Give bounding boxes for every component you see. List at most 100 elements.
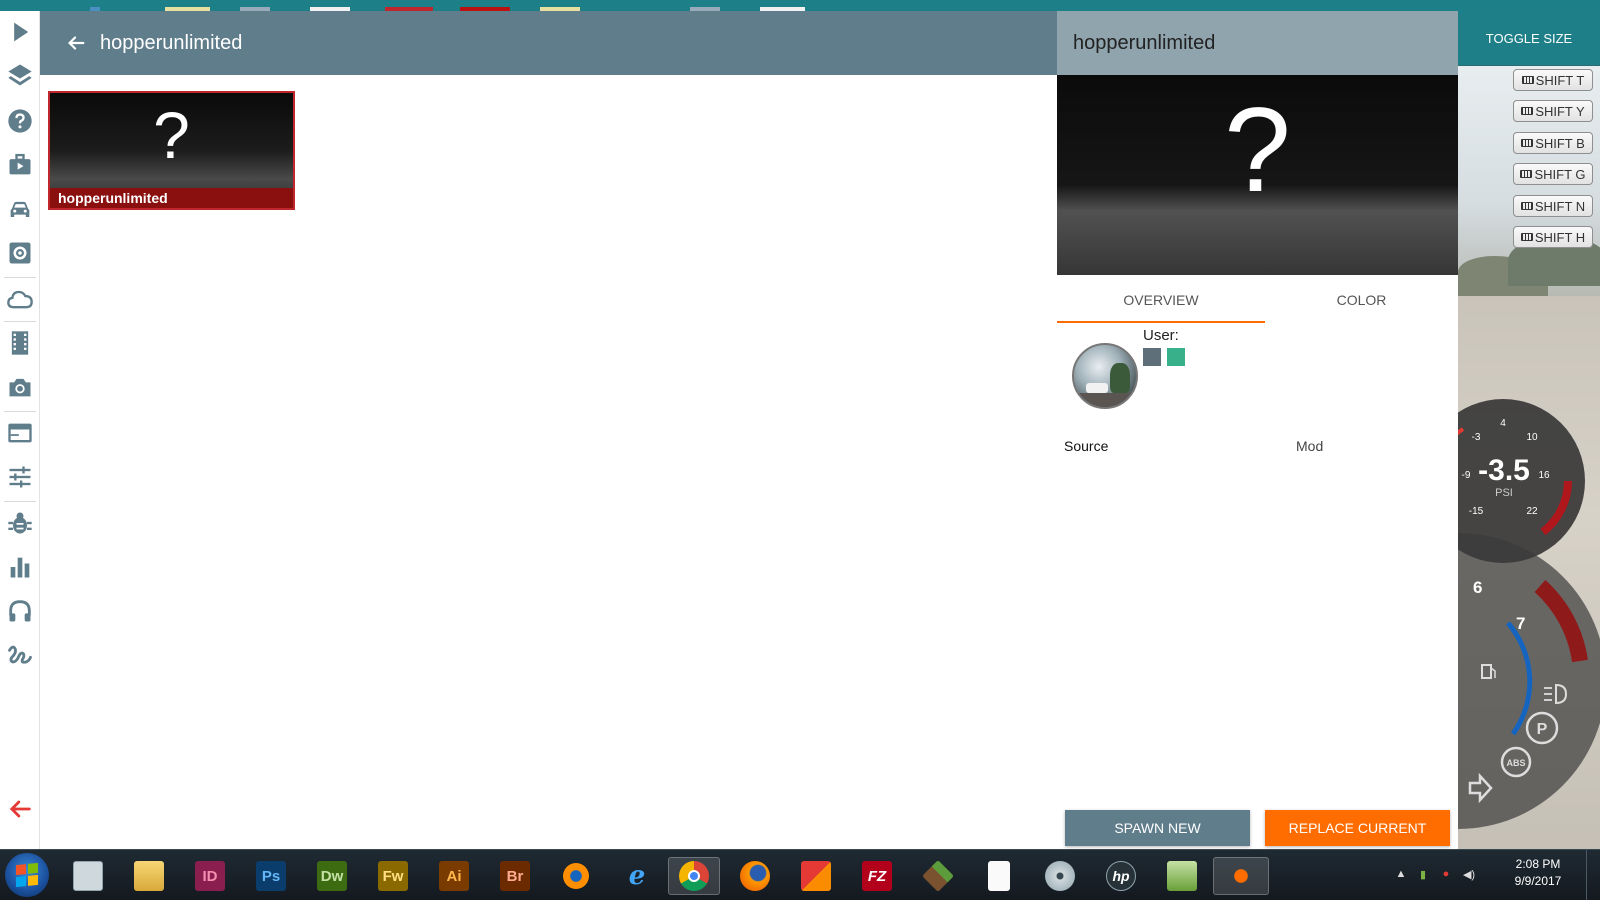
taskbar-app-illustrator[interactable]: Ai: [428, 857, 480, 895]
tray-expand-button[interactable]: ▲: [1392, 865, 1410, 883]
film-icon: [11, 331, 29, 355]
taskbar-app-hp[interactable]: hp: [1095, 857, 1147, 895]
back-button[interactable]: [54, 21, 98, 65]
toggle-size-button[interactable]: TOGGLE SIZE: [1458, 31, 1600, 46]
show-desktop-button[interactable]: [1586, 850, 1600, 900]
office-icon: [801, 861, 831, 891]
beamng-icon: [1226, 861, 1256, 891]
taskbar-app-chrome[interactable]: [668, 857, 720, 895]
tray-volume[interactable]: ◀): [1460, 865, 1478, 883]
sidebar-item-settings[interactable]: [4, 237, 36, 269]
sidebar-item-audio[interactable]: [4, 595, 36, 627]
taskbar-app-fireworks[interactable]: Fw: [367, 857, 419, 895]
squiggle-icon: [8, 645, 32, 664]
shortcut-button[interactable]: SHIFT B: [1513, 132, 1593, 154]
clock-time: 2:08 PM: [1515, 857, 1561, 871]
color-swatch: [1167, 348, 1185, 366]
taskbar-app-bridge[interactable]: Br: [489, 857, 541, 895]
chrome-icon: [679, 861, 709, 891]
shortcut-button[interactable]: SHIFT G: [1513, 163, 1593, 185]
sidebar-item-help[interactable]: [4, 105, 36, 137]
taskbar-app-indesign[interactable]: ID: [184, 857, 236, 895]
sidebar-item-ui-apps[interactable]: [4, 417, 36, 449]
blender-icon: [561, 861, 591, 891]
start-button[interactable]: [5, 853, 49, 897]
avatar: [1072, 343, 1138, 409]
taskbar-app-photoshop[interactable]: Ps: [245, 857, 297, 895]
taskbar-app-office[interactable]: [790, 857, 842, 895]
browser-window-icon: [8, 423, 32, 443]
taskbar-app-explorer[interactable]: [123, 857, 175, 895]
folder-icon: [134, 861, 164, 891]
detail-preview: ?: [1057, 75, 1458, 275]
layers-icon: [8, 64, 32, 86]
taskbar-app-filezilla[interactable]: FZ: [851, 857, 903, 895]
taskbar-app-firefox[interactable]: [729, 857, 781, 895]
sidebar-item-stats[interactable]: [4, 551, 36, 583]
spawn-new-button[interactable]: SPAWN NEW: [1065, 810, 1250, 846]
boost-unit: PSI: [1495, 487, 1513, 499]
taskbar-app-dreamweaver[interactable]: Dw: [306, 857, 358, 895]
document-icon: [988, 861, 1010, 891]
sidebar-item-layers[interactable]: [4, 59, 36, 91]
taskbar-app-notepad[interactable]: [973, 857, 1025, 895]
sliders-icon: [9, 466, 31, 488]
fireworks-icon: Fw: [378, 861, 408, 891]
tray-network[interactable]: ▮: [1414, 865, 1432, 883]
tray-security[interactable]: ●: [1437, 865, 1455, 883]
chevron-up-icon: ▲: [1395, 868, 1407, 880]
help-icon: [8, 109, 32, 133]
tab-color[interactable]: COLOR: [1265, 275, 1458, 323]
keyboard-icon: [1520, 202, 1533, 210]
detail-tabs: OVERVIEW COLOR: [1057, 275, 1458, 323]
editor-icon: [1167, 861, 1197, 891]
illustrator-icon: Ai: [439, 861, 469, 891]
sidebar-item-play[interactable]: [4, 16, 36, 48]
missing-preview-glyph: ?: [153, 98, 190, 172]
camera-icon: [9, 378, 31, 397]
tab-overview[interactable]: OVERVIEW: [1057, 275, 1265, 323]
sidebar-item-modding[interactable]: [4, 639, 36, 671]
gauge-tick: 16: [1538, 470, 1550, 481]
sidebar-item-cloud[interactable]: [4, 283, 36, 315]
taskbar-app-beamng[interactable]: [1213, 857, 1269, 895]
gauge-tick: -15: [1469, 506, 1484, 517]
top-frame-strip: [0, 0, 1600, 11]
vehicle-config-grid: ? hopperunlimited: [40, 75, 1057, 849]
config-tile[interactable]: ? hopperunlimited: [48, 91, 295, 210]
sidebar-item-debug[interactable]: [4, 507, 36, 539]
taskbar-clock[interactable]: 2:08 PM 9/9/2017: [1508, 856, 1568, 890]
taskbar-app-text-editor[interactable]: [1156, 857, 1208, 895]
keyboard-icon: [1520, 233, 1533, 241]
dreamweaver-icon: Dw: [317, 861, 347, 891]
taskbar-app-calculator[interactable]: [62, 857, 114, 895]
tacho-tick: 7: [1516, 614, 1525, 633]
sidebar-item-vehicles[interactable]: [4, 194, 36, 226]
toggle-bar: TOGGLE SIZE: [1458, 11, 1600, 66]
tachometer: 6 7 P ABS: [1458, 533, 1600, 829]
sidebar-item-replay[interactable]: [4, 327, 36, 359]
security-icon: ●: [1442, 868, 1450, 880]
sidebar-item-options[interactable]: [4, 461, 36, 493]
sidebar-item-briefcase[interactable]: [4, 149, 36, 181]
keyboard-icon: [1521, 139, 1534, 147]
replace-current-button[interactable]: REPLACE CURRENT: [1265, 810, 1450, 846]
clock-date: 9/9/2017: [1514, 874, 1562, 888]
photoshop-icon: Ps: [256, 861, 286, 891]
keyboard-icon: [1520, 170, 1533, 178]
keyboard-icon: [1521, 107, 1534, 115]
calculator-icon: [73, 861, 103, 891]
taskbar-app-media-player[interactable]: [1034, 857, 1086, 895]
taskbar-app-internet-explorer[interactable]: e: [611, 857, 663, 895]
user-label: User:: [1143, 327, 1179, 344]
play-icon: [14, 22, 29, 42]
shortcut-button[interactable]: SHIFT N: [1513, 195, 1593, 217]
shortcut-button[interactable]: SHIFT T: [1513, 69, 1593, 91]
sidebar-item-photo[interactable]: [4, 371, 36, 403]
shortcut-button[interactable]: SHIFT H: [1513, 226, 1593, 248]
taskbar-app-blender[interactable]: [550, 857, 602, 895]
shortcut-button[interactable]: SHIFT Y: [1513, 100, 1593, 122]
sidebar-collapse-button[interactable]: [4, 793, 36, 825]
taskbar-app-minecraft[interactable]: [912, 857, 964, 895]
keyboard-icon: [1521, 76, 1534, 84]
